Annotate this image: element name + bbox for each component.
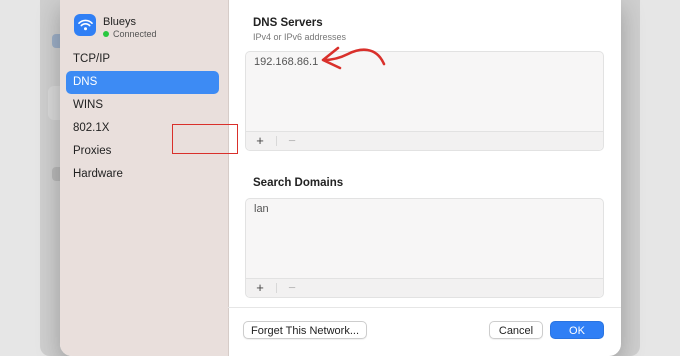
search-domain-entry[interactable]: lan — [254, 203, 269, 215]
sidebar-item-tcpip[interactable]: TCP/IP — [66, 48, 219, 71]
sidebar-item-hardware[interactable]: Hardware — [66, 163, 219, 186]
sidebar: Blueys Connected TCP/IP DNS WINS 802.1X … — [60, 0, 229, 356]
search-domains-title: Search Domains — [253, 177, 344, 189]
remove-search-domain-button[interactable]: − — [282, 279, 302, 297]
sidebar-item-wins[interactable]: WINS — [66, 94, 219, 117]
sidebar-item-dns[interactable]: DNS — [66, 71, 219, 94]
toolbar-divider — [276, 136, 277, 146]
network-header: Blueys Connected — [74, 14, 157, 39]
annotation-highlight-box — [172, 124, 238, 154]
ok-button[interactable]: OK — [550, 321, 604, 339]
wifi-icon — [74, 14, 96, 36]
toolbar-divider — [276, 283, 277, 293]
dns-servers-list[interactable]: 192.168.86.1 + − — [245, 51, 604, 151]
sidebar-list: TCP/IP DNS WINS 802.1X Proxies Hardware — [66, 48, 219, 186]
dns-server-entry[interactable]: 192.168.86.1 — [254, 56, 318, 68]
remove-dns-server-button[interactable]: − — [282, 132, 302, 150]
add-search-domain-button[interactable]: + — [250, 279, 270, 297]
cancel-button[interactable]: Cancel — [489, 321, 543, 339]
network-status-label: Connected — [113, 29, 157, 39]
dns-settings-panel: DNS Servers IPv4 or IPv6 addresses 192.1… — [228, 0, 621, 356]
dns-servers-toolbar: + − — [246, 131, 603, 150]
network-status: Connected — [103, 29, 157, 39]
footer-divider — [228, 307, 621, 308]
add-dns-server-button[interactable]: + — [250, 132, 270, 150]
forget-network-button[interactable]: Forget This Network... — [243, 321, 367, 339]
dns-servers-title: DNS Servers — [253, 17, 323, 29]
annotation-arrow-icon — [321, 46, 386, 70]
connected-dot-icon — [103, 31, 109, 37]
search-domains-toolbar: + − — [246, 278, 603, 297]
search-domains-list[interactable]: lan + − — [245, 198, 604, 298]
network-name: Blueys — [103, 16, 137, 28]
